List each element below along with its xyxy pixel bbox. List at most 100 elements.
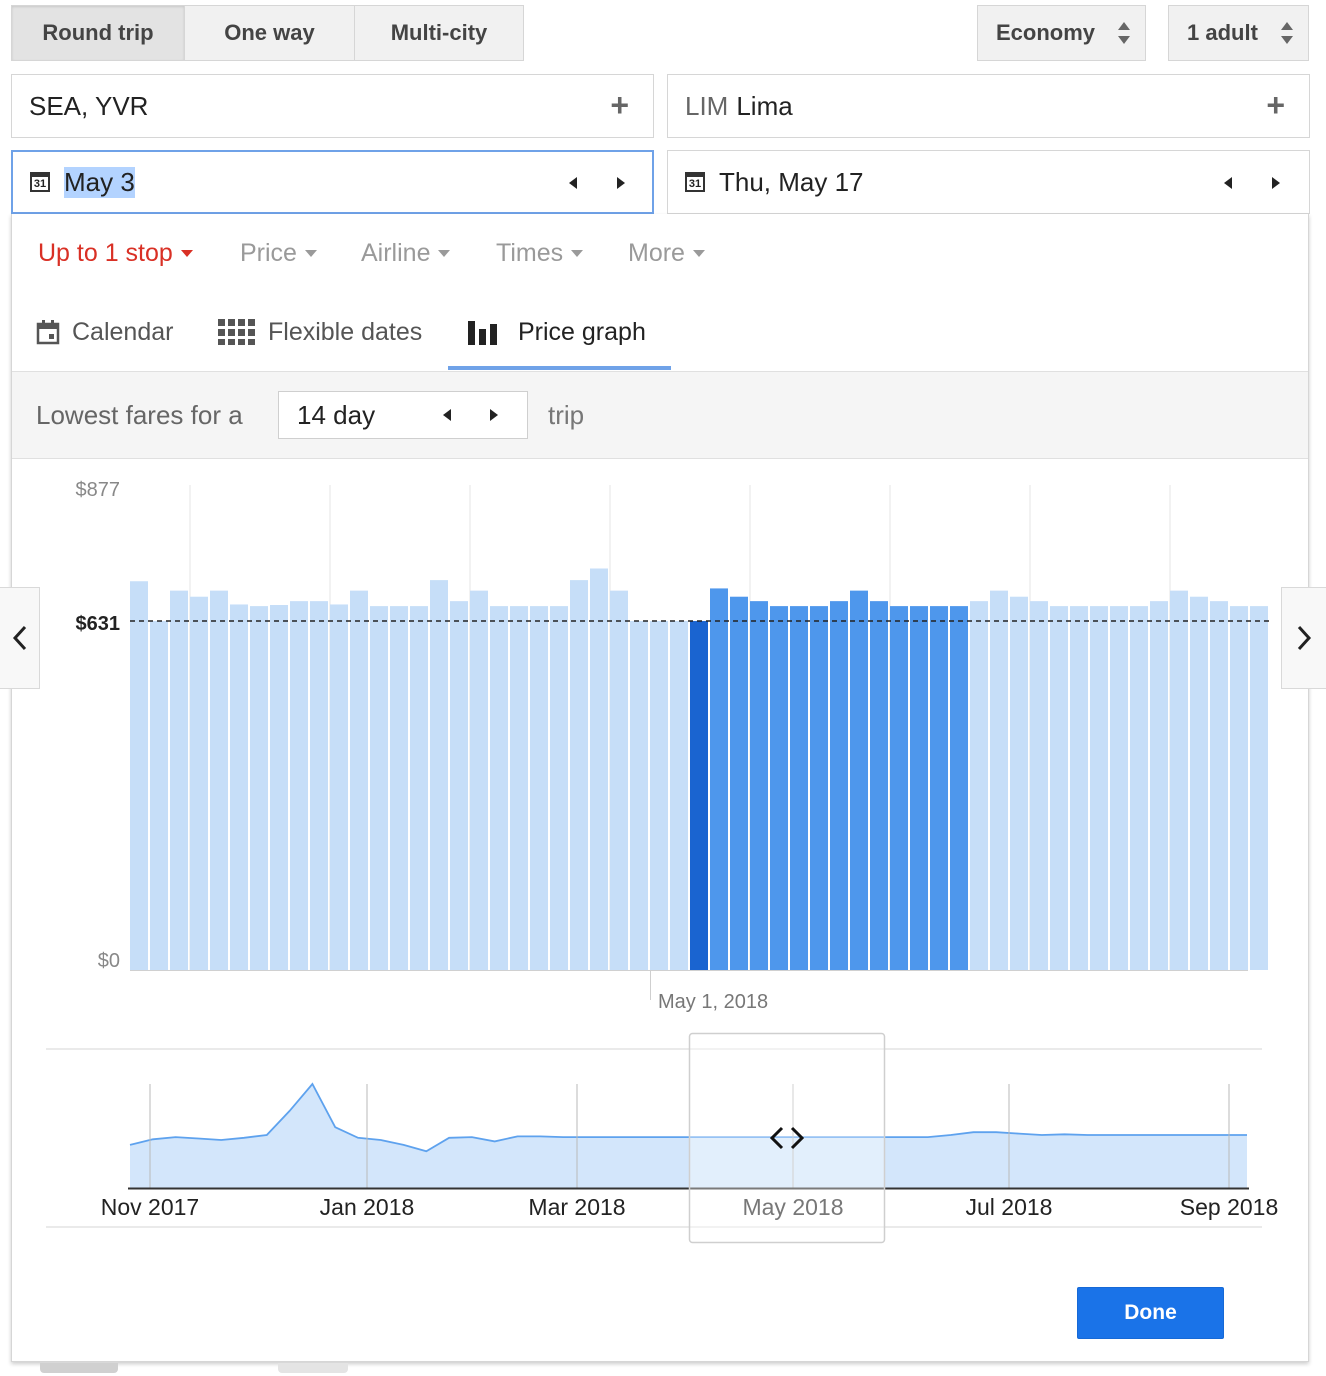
- overview-x-tick-label: Jan 2018: [320, 1194, 415, 1220]
- destination-field[interactable]: LIM Lima +: [667, 74, 1310, 138]
- price-bar: [510, 606, 528, 970]
- price-bar: [1010, 596, 1028, 970]
- price-bar: [530, 606, 548, 970]
- price-bar: [310, 601, 328, 970]
- depart-date-value: May 3: [64, 166, 135, 198]
- price-bar: [850, 590, 868, 970]
- price-bar: [390, 606, 408, 970]
- price-bar: [970, 601, 988, 970]
- price-bar: [1190, 596, 1208, 970]
- price-bar: [950, 606, 968, 970]
- trip-length-stepper[interactable]: 14 day: [278, 391, 528, 439]
- done-button[interactable]: Done: [1077, 1287, 1224, 1339]
- price-bar: [1130, 606, 1148, 970]
- price-bar: [470, 590, 488, 970]
- trip-length-value: 14 day: [297, 400, 376, 430]
- prev-day-arrow-icon[interactable]: [569, 177, 577, 189]
- price-bar: [610, 590, 628, 970]
- price-bar: [930, 606, 948, 970]
- filter-times[interactable]: Times: [496, 236, 584, 270]
- price-bar: [430, 580, 448, 970]
- tab-price-graph[interactable]: Price graph: [468, 312, 646, 352]
- return-date-field[interactable]: 31 Thu, May 17: [667, 150, 1310, 214]
- overview-x-tick-label: May 2018: [742, 1194, 843, 1220]
- calendar-31-icon: 31: [685, 172, 705, 192]
- price-bar: [170, 590, 188, 970]
- price-bar: [570, 580, 588, 970]
- filter-stops[interactable]: Up to 1 stop: [38, 236, 193, 270]
- trip-length-prefix: Lowest fares for a: [36, 400, 243, 430]
- y-tick-label: $0: [98, 950, 120, 972]
- origin-field[interactable]: SEA, YVR +: [11, 74, 654, 138]
- chart-prev-button[interactable]: [0, 587, 40, 689]
- calendar-31-icon: 31: [30, 172, 50, 192]
- dropdown-caret-icon: [304, 249, 317, 257]
- price-bar: [1210, 601, 1228, 970]
- price-bar: [1150, 601, 1168, 970]
- overview-x-tick-label: Mar 2018: [528, 1194, 625, 1220]
- filter-more[interactable]: More: [628, 236, 705, 270]
- prev-day-arrow-icon[interactable]: [1224, 177, 1232, 189]
- price-bar: [1030, 601, 1048, 970]
- cabin-class-select[interactable]: Economy: [977, 5, 1146, 61]
- y-tick-label: $631: [76, 613, 121, 635]
- dropdown-caret-icon: [692, 249, 705, 257]
- increase-trip-length-arrow-icon[interactable]: [490, 409, 498, 421]
- price-bar: [910, 606, 928, 970]
- trip-type-one-way[interactable]: One way: [184, 5, 355, 61]
- origin-value: SEA, YVR: [29, 90, 149, 121]
- trip-type-multi-city[interactable]: Multi-city: [354, 5, 524, 61]
- price-bar: [230, 604, 248, 970]
- price-bar: [370, 606, 388, 970]
- overview-x-tick-label: Sep 2018: [1180, 1194, 1278, 1220]
- price-bar: [590, 568, 608, 970]
- filter-airline[interactable]: Airline: [361, 236, 451, 270]
- price-bar: [1070, 606, 1088, 970]
- price-overview-timeline[interactable]: Nov 2017 Jan 2018 Mar 2018 May 2018 Jul 2018…: [0, 1030, 1326, 1280]
- price-bar: [750, 601, 768, 970]
- add-origin-plus-icon[interactable]: +: [610, 87, 629, 124]
- return-date-value: Thu, May 17: [719, 166, 864, 197]
- depart-date-field[interactable]: 31 May 3: [11, 150, 654, 214]
- price-bar: [990, 590, 1008, 970]
- price-bar: [1110, 606, 1128, 970]
- tab-calendar[interactable]: Calendar: [36, 312, 173, 352]
- price-bar-chart: $877 $631 $0 May 1, 2018: [76, 479, 1272, 1013]
- dropdown-caret-icon: [438, 249, 451, 257]
- chart-next-button[interactable]: [1281, 587, 1326, 689]
- updown-arrows-icon: [1280, 20, 1294, 46]
- next-day-arrow-icon[interactable]: [1272, 177, 1280, 189]
- overview-x-tick-label: Jul 2018: [966, 1194, 1053, 1220]
- price-bar: [550, 606, 568, 970]
- price-bar: [1050, 606, 1068, 970]
- price-bar: [290, 601, 308, 970]
- price-bar: [1090, 606, 1108, 970]
- price-bar: [1170, 590, 1188, 970]
- price-bar: [1250, 606, 1268, 970]
- destination-code: LIM: [685, 90, 729, 121]
- price-bar: [630, 621, 648, 970]
- calendar-icon: [36, 320, 60, 345]
- passengers-select[interactable]: 1 adult: [1168, 5, 1309, 61]
- price-bar: [190, 596, 208, 970]
- overview-area-fill: [130, 1084, 1247, 1188]
- price-bar: [210, 590, 228, 970]
- price-bar: [490, 606, 508, 970]
- decrease-trip-length-arrow-icon[interactable]: [443, 409, 451, 421]
- filter-price[interactable]: Price: [240, 236, 317, 270]
- tab-flexible-dates[interactable]: Flexible dates: [218, 312, 422, 352]
- chevron-right-icon: [1297, 625, 1312, 651]
- price-bar: [690, 621, 708, 970]
- price-bar: [670, 621, 688, 970]
- cabin-class-label: Economy: [996, 20, 1096, 45]
- add-destination-plus-icon[interactable]: +: [1266, 87, 1285, 124]
- updown-arrows-icon: [1117, 20, 1131, 46]
- price-bar: [130, 581, 148, 970]
- price-bar: [710, 588, 728, 970]
- y-tick-label: $877: [76, 479, 121, 501]
- dropdown-caret-icon: [180, 249, 193, 257]
- trip-type-round-trip[interactable]: Round trip: [11, 5, 185, 61]
- price-bar: [890, 606, 908, 970]
- next-day-arrow-icon[interactable]: [617, 177, 625, 189]
- price-bar: [250, 606, 268, 970]
